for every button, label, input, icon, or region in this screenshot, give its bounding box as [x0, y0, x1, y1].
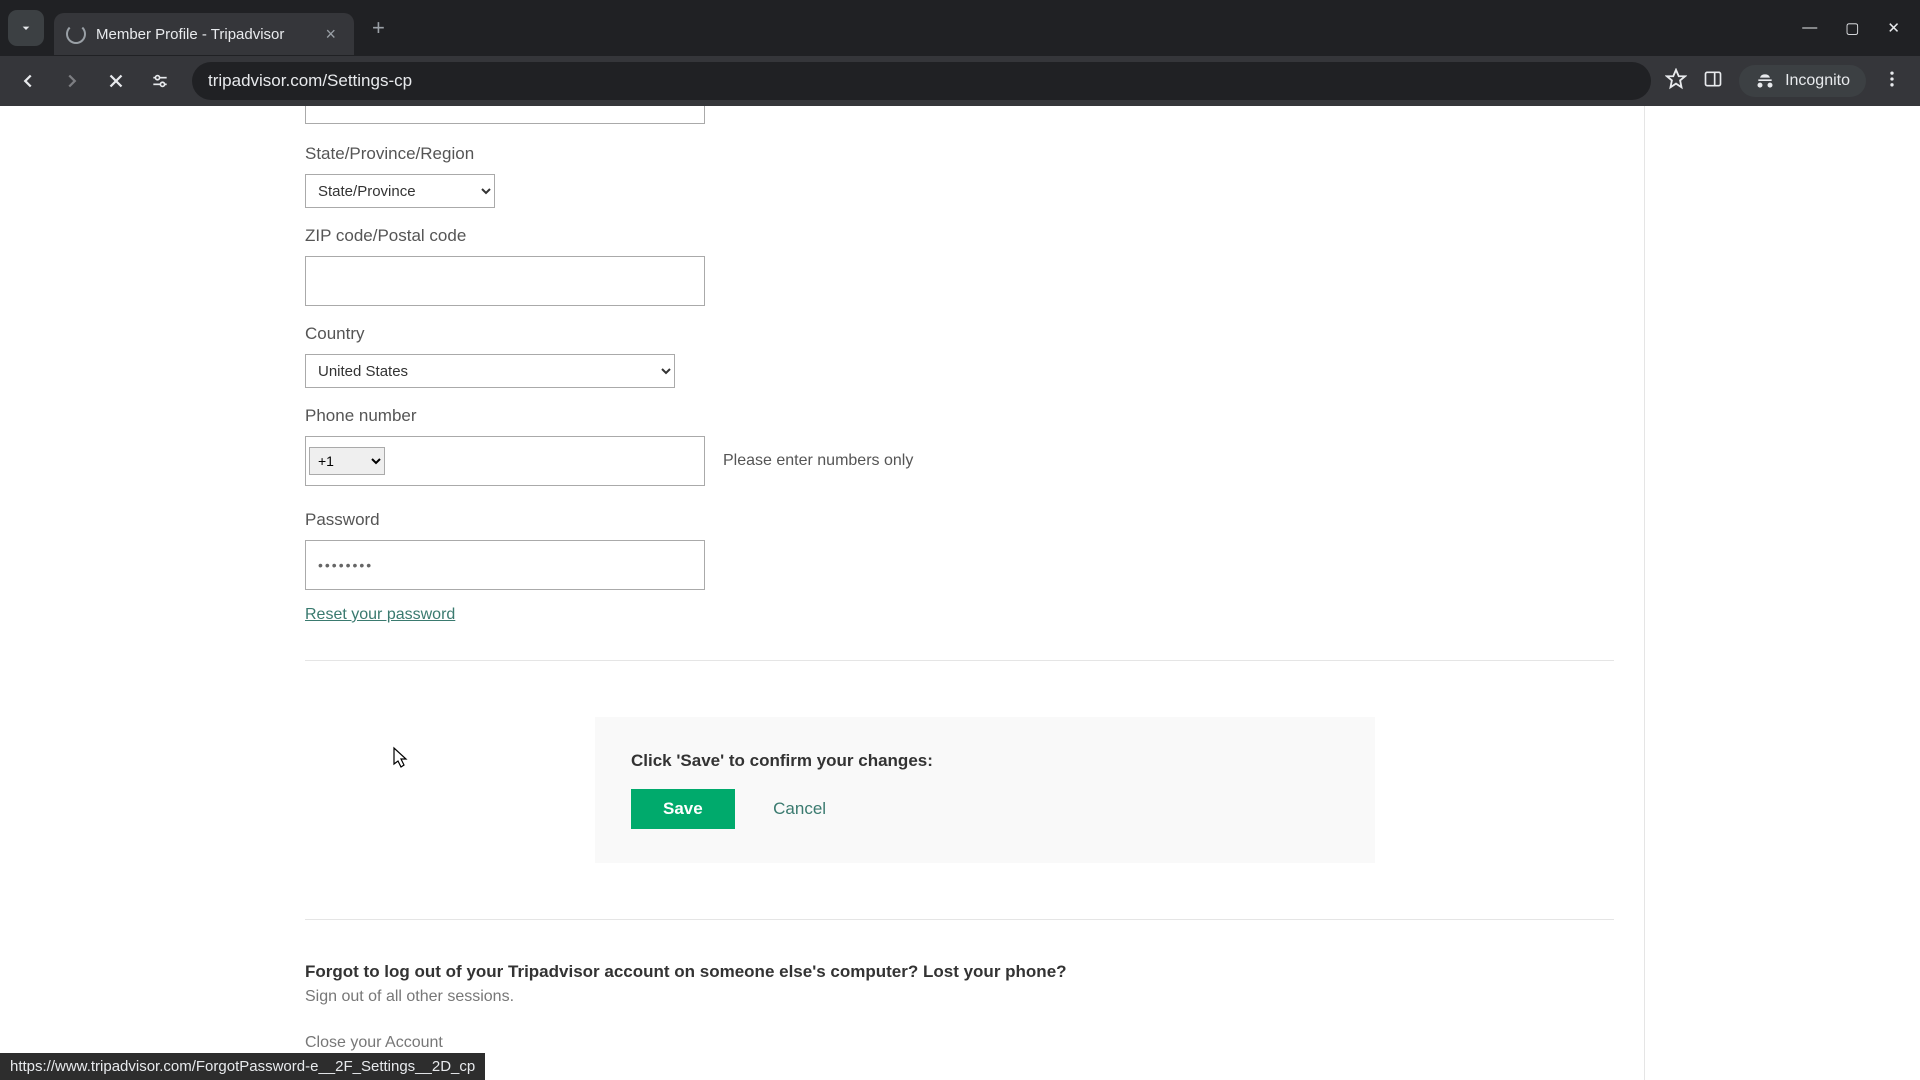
browser-toolbar: tripadvisor.com/Settings-cp Incognito: [0, 56, 1920, 106]
page-viewport: State/Province/Region State/Province ZIP…: [0, 106, 1920, 1080]
phone-hint: Please enter numbers only: [723, 452, 913, 470]
zip-label: ZIP code/Postal code: [305, 226, 1614, 246]
save-panel: Click 'Save' to confirm your changes: Sa…: [595, 717, 1375, 863]
close-tab-button[interactable]: ×: [319, 24, 342, 45]
close-window-button[interactable]: ✕: [1887, 19, 1900, 37]
city-input-partial[interactable]: [305, 106, 705, 124]
save-button[interactable]: Save: [631, 789, 735, 829]
window-controls: — ▢ ✕: [1802, 19, 1912, 37]
forward-button[interactable]: [54, 63, 90, 99]
side-panel-icon[interactable]: [1703, 69, 1723, 94]
site-settings-icon[interactable]: [142, 63, 178, 99]
maximize-button[interactable]: ▢: [1845, 19, 1859, 37]
save-prompt: Click 'Save' to confirm your changes:: [631, 751, 1339, 771]
stop-reload-button[interactable]: [98, 63, 134, 99]
password-input[interactable]: ••••••••: [305, 540, 705, 590]
phone-input-container[interactable]: +1: [305, 436, 705, 486]
loading-spinner-icon: [66, 24, 86, 44]
browser-tab-bar: Member Profile - Tripadvisor × + — ▢ ✕: [0, 0, 1920, 56]
minimize-button[interactable]: —: [1802, 19, 1817, 37]
phone-code-select[interactable]: +1: [309, 447, 385, 475]
new-tab-button[interactable]: +: [354, 15, 403, 41]
menu-button[interactable]: [1882, 69, 1902, 94]
cancel-button[interactable]: Cancel: [773, 799, 826, 818]
back-button[interactable]: [10, 63, 46, 99]
country-select[interactable]: United States: [305, 354, 675, 388]
bookmark-icon[interactable]: [1665, 68, 1687, 95]
phone-label: Phone number: [305, 406, 1614, 426]
tab-title: Member Profile - Tripadvisor: [96, 26, 319, 43]
password-label: Password: [305, 510, 1614, 530]
close-account-link[interactable]: Close your Account: [305, 1034, 443, 1051]
signout-sessions-link[interactable]: Sign out of all other sessions.: [305, 988, 1614, 1006]
settings-form: State/Province/Region State/Province ZIP…: [305, 106, 1614, 1080]
state-select[interactable]: State/Province: [305, 174, 495, 208]
zip-input[interactable]: [305, 256, 705, 306]
reset-password-link[interactable]: Reset your password: [305, 606, 455, 624]
incognito-badge[interactable]: Incognito: [1739, 65, 1866, 97]
divider: [305, 660, 1614, 661]
tab-search-button[interactable]: [8, 10, 44, 46]
address-bar[interactable]: tripadvisor.com/Settings-cp: [192, 62, 1651, 100]
state-label: State/Province/Region: [305, 144, 1614, 164]
status-bar: https://www.tripadvisor.com/ForgotPasswo…: [0, 1053, 485, 1080]
incognito-icon: [1755, 71, 1775, 91]
incognito-label: Incognito: [1785, 72, 1850, 90]
browser-tab[interactable]: Member Profile - Tripadvisor ×: [54, 13, 354, 55]
divider: [305, 919, 1614, 920]
country-label: Country: [305, 324, 1614, 344]
url-text: tripadvisor.com/Settings-cp: [208, 71, 412, 91]
logout-prompt: Forgot to log out of your Tripadvisor ac…: [305, 962, 1614, 982]
